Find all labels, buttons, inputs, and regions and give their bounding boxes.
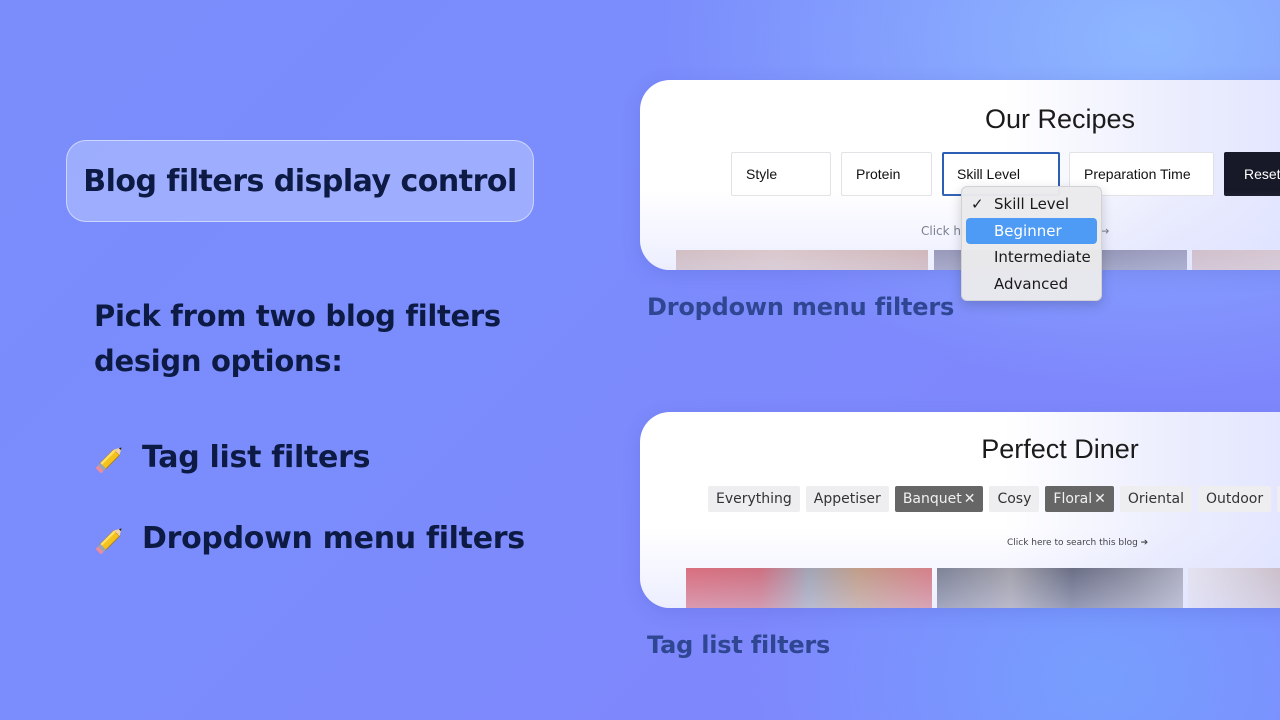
checkmark-icon: ✓ bbox=[971, 195, 984, 214]
title-pill: Blog filters display control bbox=[66, 140, 534, 222]
option-tag-list: Tag list filters bbox=[94, 440, 370, 475]
tag-oriental[interactable]: Oriental bbox=[1119, 486, 1192, 512]
pencil-icon bbox=[96, 527, 122, 554]
menu-item-skill-level[interactable]: ✓ Skill Level bbox=[966, 191, 1097, 218]
select-label: Style bbox=[746, 166, 778, 182]
tag-outdoor[interactable]: Outdoor bbox=[1197, 486, 1272, 512]
option-label: Dropdown menu filters bbox=[142, 521, 525, 556]
skill-level-dropdown-menu: ✓ Skill Level Beginner Intermediate Adva… bbox=[961, 186, 1102, 301]
tag-list-filters-preview: Perfect Diner Everything Appetiser Banqu… bbox=[640, 412, 1280, 608]
menu-item-label: Intermediate bbox=[994, 248, 1091, 267]
select-label: Preparation Time bbox=[1084, 166, 1191, 182]
menu-item-intermediate[interactable]: Intermediate bbox=[966, 244, 1097, 271]
tag-label: Banquet bbox=[902, 491, 962, 507]
remove-tag-icon[interactable]: ✕ bbox=[1094, 491, 1106, 507]
tag-label: Cosy bbox=[997, 491, 1032, 507]
post-thumbnail[interactable] bbox=[937, 568, 1183, 608]
select-label: Skill Level bbox=[957, 166, 1021, 182]
tag-label: Appetiser bbox=[813, 491, 881, 507]
post-thumbnail[interactable] bbox=[1188, 568, 1280, 608]
pencil-icon bbox=[96, 446, 122, 473]
tag-label: Outdoor bbox=[1205, 491, 1264, 507]
dropdown-caption: Dropdown menu filters bbox=[647, 293, 955, 321]
tag-banquet[interactable]: Banquet ✕ bbox=[894, 486, 984, 512]
protein-select[interactable]: Protein bbox=[841, 152, 932, 196]
menu-item-advanced[interactable]: Advanced bbox=[966, 271, 1097, 298]
card-title: Perfect Diner bbox=[981, 434, 1139, 464]
intro-text: Pick from two blog filters design option… bbox=[94, 299, 501, 378]
option-dropdown-menu: Dropdown menu filters bbox=[94, 521, 525, 556]
option-label: Tag list filters bbox=[142, 440, 371, 475]
select-label: Protein bbox=[856, 166, 901, 182]
menu-item-label: Advanced bbox=[994, 274, 1069, 293]
tag-floral[interactable]: Floral ✕ bbox=[1045, 486, 1114, 512]
dropdown-filters-preview: Our Recipes Style Protein Skill Level Pr… bbox=[640, 80, 1280, 270]
remove-tag-icon[interactable]: ✕ bbox=[964, 491, 976, 507]
menu-item-beginner[interactable]: Beginner bbox=[966, 217, 1097, 244]
post-thumbnail[interactable] bbox=[686, 568, 932, 608]
tag-label: Floral bbox=[1053, 491, 1093, 507]
tag-list: Everything Appetiser Banquet ✕ Cosy Flora… bbox=[708, 486, 1280, 512]
menu-item-label: Skill Level bbox=[994, 195, 1070, 214]
tag-label: Everything bbox=[716, 491, 792, 507]
tag-appetiser[interactable]: Appetiser bbox=[805, 486, 889, 512]
menu-item-label: Beginner bbox=[994, 221, 1062, 240]
tag-list-caption: Tag list filters bbox=[647, 631, 831, 659]
post-thumbnail[interactable] bbox=[1192, 250, 1280, 270]
style-select[interactable]: Style bbox=[731, 152, 831, 196]
card-title: Our Recipes bbox=[984, 104, 1136, 134]
reset-label: Reset bbox=[1244, 166, 1280, 182]
tag-everything[interactable]: Everything bbox=[708, 486, 800, 512]
post-thumbnail[interactable] bbox=[676, 250, 928, 270]
reset-button[interactable]: Reset bbox=[1224, 152, 1280, 196]
tag-label: Oriental bbox=[1127, 491, 1184, 507]
page-title: Blog filters display control bbox=[83, 163, 517, 199]
tag-cosy[interactable]: Cosy bbox=[989, 486, 1040, 512]
search-blog-link[interactable]: Click here to search this blog ➔ bbox=[1007, 538, 1148, 548]
